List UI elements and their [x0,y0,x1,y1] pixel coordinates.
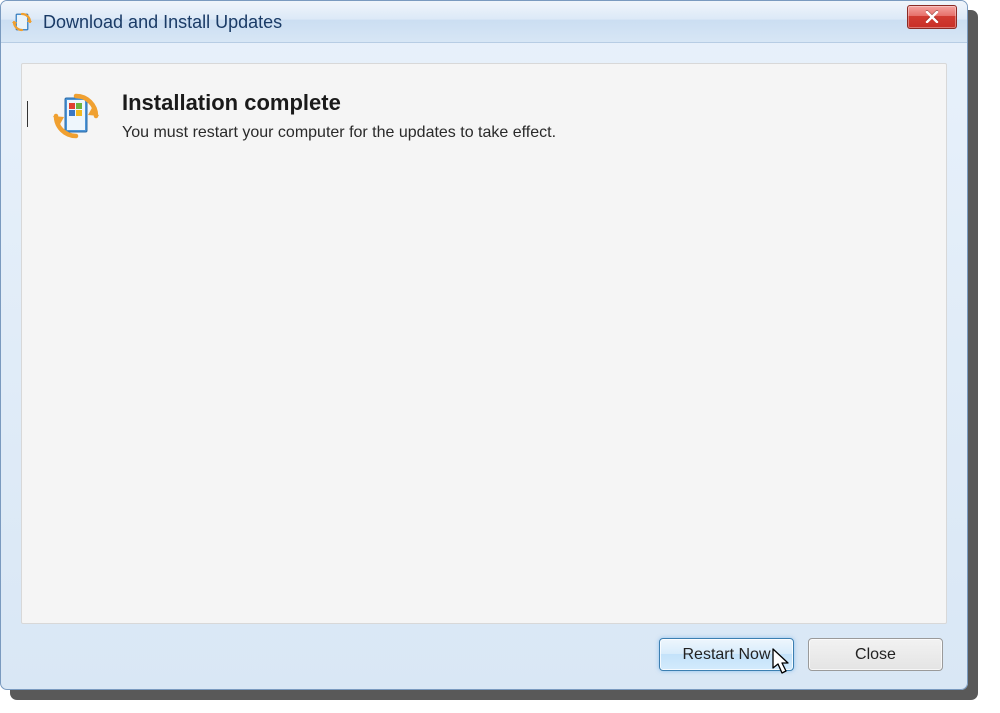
heading-text: Installation complete [122,90,556,116]
window-close-button[interactable] [907,5,957,29]
text-caret [27,101,28,127]
message-block: Installation complete You must restart y… [122,90,556,142]
content-panel: Installation complete You must restart y… [21,63,947,624]
restart-now-button[interactable]: Restart Now [659,638,794,671]
sub-text: You must restart your computer for the u… [122,124,556,142]
window-title: Download and Install Updates [43,11,959,33]
title-bar: Download and Install Updates [1,1,967,43]
windows-update-icon [52,92,100,140]
content-wrap: Installation complete You must restart y… [1,43,967,689]
dialog-window: Download and Install Updates [0,0,968,690]
windows-update-small-icon [11,11,33,33]
close-button[interactable]: Close [808,638,943,671]
button-row: Restart Now Close [21,624,947,675]
close-icon [925,11,939,23]
